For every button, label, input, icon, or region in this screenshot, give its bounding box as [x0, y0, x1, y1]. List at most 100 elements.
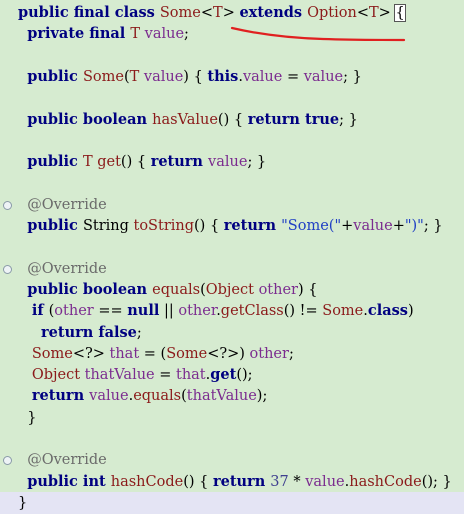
code-token: return [223, 217, 282, 234]
code-token: ) [407, 303, 414, 320]
code-token: value [144, 26, 185, 43]
code-token: T [82, 154, 98, 171]
code-token: if [31, 302, 49, 320]
code-token: ; [288, 345, 294, 362]
code-token: private final [27, 25, 131, 43]
code-token: Option [307, 5, 357, 21]
code-line[interactable]: Object thatValue = that.get(); [0, 364, 464, 386]
code-token: that [109, 345, 140, 362]
code-token: that [176, 367, 206, 384]
code-line[interactable] [0, 172, 464, 194]
code-token: () { [183, 473, 213, 490]
code-token: ; [184, 26, 189, 43]
code-line[interactable]: @Override [0, 258, 464, 280]
code-text: @Override [18, 449, 107, 471]
code-line[interactable]: @Override [0, 194, 464, 216]
code-token: Some [159, 5, 201, 21]
code-token: hashCode [110, 473, 184, 490]
code-token: value [89, 388, 129, 405]
code-token: @Override [27, 260, 107, 277]
code-token: value [303, 68, 344, 85]
code-line[interactable] [0, 130, 464, 152]
code-token: Some [82, 68, 124, 85]
code-token: ) { [297, 281, 318, 298]
code-token: = [154, 367, 176, 384]
code-token: other [178, 303, 217, 320]
code-token: hashCode [349, 473, 422, 490]
code-line[interactable]: } [0, 407, 464, 429]
code-token: ; [136, 324, 142, 341]
code-line[interactable] [0, 236, 464, 258]
code-line[interactable] [0, 428, 464, 450]
code-token: value [143, 68, 184, 85]
code-token: <?> [72, 345, 110, 362]
code-token: public boolean [27, 110, 153, 128]
code-line[interactable]: if (other == null || other.getClass() !=… [0, 300, 464, 322]
code-token: } [18, 494, 28, 511]
code-line[interactable]: public boolean equals(Object other) { [0, 279, 464, 301]
code-line[interactable]: public final class Some<T> extends Optio… [0, 2, 464, 24]
code-token: "Some(" [281, 218, 342, 234]
code-text: Object thatValue = that.get(); [18, 364, 253, 386]
code-line[interactable]: return false; [0, 322, 464, 344]
code-line[interactable]: } [0, 491, 464, 514]
code-token: } [18, 409, 37, 426]
code-token: T [369, 5, 379, 21]
fold-toggle-icon[interactable] [3, 456, 12, 466]
code-token: public [27, 67, 83, 85]
code-token: (); } [421, 473, 452, 490]
code-token: = [282, 68, 304, 85]
code-token: value [353, 218, 393, 234]
code-line[interactable] [0, 87, 464, 109]
code-token: this [207, 67, 239, 85]
code-line[interactable]: @Override [0, 449, 464, 471]
code-text: @Override [18, 258, 107, 280]
code-token: ) { [183, 68, 208, 85]
code-token: value [242, 68, 283, 85]
code-line[interactable]: return value.equals(thatValue); [0, 385, 464, 407]
code-line[interactable] [0, 45, 464, 67]
code-line[interactable]: private final T value; [0, 23, 464, 45]
code-token: < [356, 5, 369, 21]
code-token: (); [236, 367, 253, 384]
code-token: ")" [404, 218, 424, 234]
code-token: T [213, 5, 223, 21]
fold-toggle-icon[interactable] [3, 200, 12, 210]
code-token: public [27, 217, 83, 234]
code-token: ; } [247, 154, 267, 171]
code-text: public Some(T value) { this.value = valu… [18, 66, 362, 88]
code-line[interactable]: public int hashCode() { return 37 * valu… [0, 471, 464, 493]
code-line[interactable]: public boolean hasValue() { return true;… [0, 109, 464, 131]
code-token: equals [133, 388, 182, 405]
code-token: > [378, 5, 396, 21]
code-line[interactable]: Some<?> that = (Some<?>) other; [0, 343, 464, 365]
code-line[interactable]: public T get() { return value; } [0, 151, 464, 173]
code-token: thatValue [84, 367, 155, 384]
code-token: * [288, 473, 306, 490]
code-token: extends [239, 4, 308, 21]
fold-toggle-icon[interactable] [3, 264, 12, 274]
code-line[interactable]: public String toString() { return "Some(… [0, 215, 464, 237]
code-token: || [159, 303, 179, 320]
code-token: () != [283, 303, 323, 320]
code-token: Object [31, 367, 85, 384]
code-token: value [208, 154, 248, 171]
code-token: + [392, 218, 405, 234]
code-text: public String toString() { return "Some(… [18, 215, 442, 237]
code-line[interactable]: public Some(T value) { this.value = valu… [0, 66, 464, 88]
code-token: public boolean [27, 280, 153, 298]
code-text: return value.equals(thatValue); [18, 385, 268, 407]
code-token: class [367, 302, 408, 320]
code-token: other [54, 303, 94, 320]
code-editor[interactable]: public final class Some<T> extends Optio… [0, 0, 464, 514]
code-token: hasValue [152, 111, 218, 128]
code-token: thatValue [186, 388, 257, 405]
code-text: public final class Some<T> extends Optio… [18, 2, 406, 24]
